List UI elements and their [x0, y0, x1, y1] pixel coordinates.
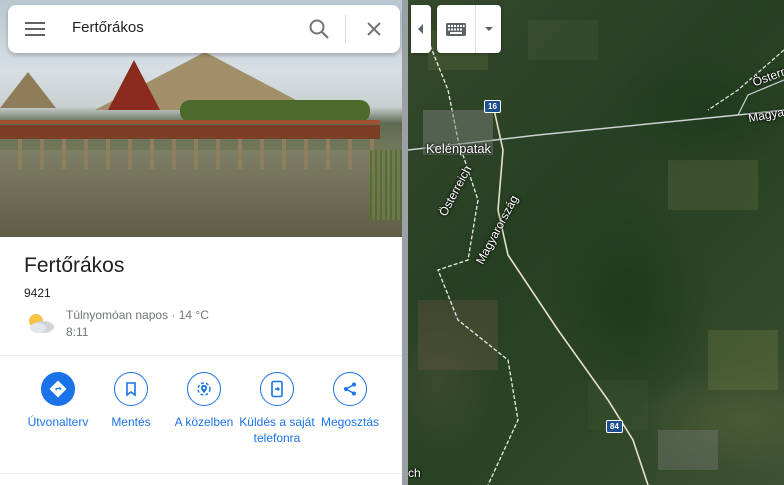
search-box[interactable]: Fertőrákos	[8, 5, 400, 53]
nearby-icon	[187, 372, 221, 406]
divider-top	[0, 355, 402, 356]
directions-button[interactable]: Útvonalterv	[19, 372, 97, 430]
map-overlay	[408, 20, 784, 485]
photo-shrubs	[180, 100, 370, 122]
input-tools-button[interactable]	[437, 5, 501, 53]
search-input[interactable]: Fertőrákos	[72, 19, 144, 36]
share-label: Megosztás	[320, 415, 380, 429]
search-separator	[345, 15, 346, 43]
postal-code: 9421	[24, 286, 51, 300]
local-time: 8:11	[66, 325, 89, 339]
save-button[interactable]: Mentés	[92, 372, 170, 430]
nearby-label: A közelben	[174, 415, 234, 429]
directions-label: Útvonalterv	[27, 415, 89, 429]
photo-reeds	[370, 150, 402, 220]
panel-divider	[402, 0, 408, 485]
send-to-phone-button[interactable]: Küldés a saját telefonra	[238, 372, 316, 446]
caret-left-icon	[418, 24, 423, 34]
map-label-bottom-left: ch	[408, 466, 421, 480]
search-icon[interactable]	[308, 18, 330, 40]
input-tools-separator	[475, 5, 476, 53]
send-to-phone-icon	[260, 372, 294, 406]
map-label-kelenpatak[interactable]: Kelénpatak	[426, 141, 491, 156]
hamburger-menu-icon[interactable]	[25, 21, 45, 37]
weather-text: Túlnyomóan napos · 14 °C	[66, 308, 209, 322]
nearby-button[interactable]: A közelben	[165, 372, 243, 430]
photo-hut	[0, 72, 56, 108]
photo-gable	[108, 60, 160, 110]
bookmark-icon	[114, 372, 148, 406]
photo-rail	[0, 120, 380, 124]
partly-sunny-icon	[29, 314, 54, 333]
chevron-down-icon[interactable]	[477, 5, 501, 53]
collapse-panel-button[interactable]	[411, 5, 431, 53]
save-label: Mentés	[111, 415, 151, 429]
satellite-map[interactable]: 16 84 Kelénpatak Österreich Magyarország…	[408, 0, 784, 485]
divider-bottom	[0, 473, 402, 474]
send-to-phone-label: Küldés a saját telefonra	[239, 415, 315, 445]
road-shield-16: 16	[484, 100, 501, 113]
road-shield-84: 84	[606, 420, 623, 433]
keyboard-icon	[446, 23, 466, 36]
photo-pillars	[0, 139, 380, 169]
photo-pier	[0, 125, 380, 139]
place-title: Fertőrákos	[24, 254, 125, 277]
share-icon	[333, 372, 367, 406]
close-icon[interactable]	[363, 18, 385, 40]
directions-icon	[41, 372, 75, 406]
place-panel: Fertőrákos 9421 Túlnyomóan napos · 14 °C…	[0, 0, 402, 485]
share-button[interactable]: Megosztás	[311, 372, 389, 430]
